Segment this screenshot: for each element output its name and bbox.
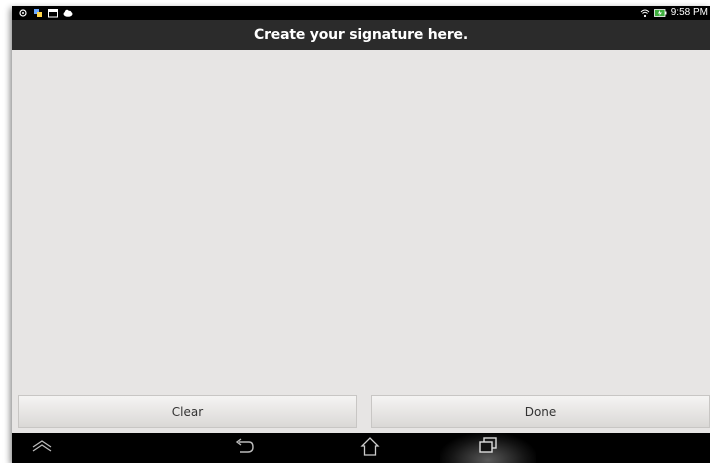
action-button-row: Clear Done [12, 391, 710, 433]
app-notification-icon [33, 8, 43, 18]
recent-apps-icon [477, 436, 499, 461]
status-bar: 9:58 PM [12, 6, 710, 20]
notification-icons [18, 6, 73, 20]
done-button[interactable]: Done [371, 395, 710, 428]
system-status: 9:58 PM [640, 6, 708, 20]
nav-up-button[interactable] [22, 433, 62, 463]
clear-button[interactable]: Clear [18, 395, 357, 428]
wifi-icon [640, 8, 650, 18]
nav-up-icon [31, 439, 53, 458]
battery-charging-icon [653, 8, 667, 18]
cloud-icon [63, 8, 73, 18]
status-time: 9:58 PM [670, 7, 708, 18]
calendar-icon [48, 8, 58, 18]
home-icon [359, 435, 381, 462]
recent-apps-button[interactable] [466, 433, 510, 463]
back-button[interactable] [224, 433, 264, 463]
back-icon [234, 437, 254, 460]
home-button[interactable] [350, 433, 390, 463]
settings-dot-icon [18, 8, 28, 18]
device-screen: 9:58 PM Create your signature here. Clea… [12, 6, 710, 463]
signature-canvas[interactable] [12, 50, 710, 391]
page-title: Create your signature here. [12, 20, 710, 50]
navigation-bar [12, 433, 710, 463]
